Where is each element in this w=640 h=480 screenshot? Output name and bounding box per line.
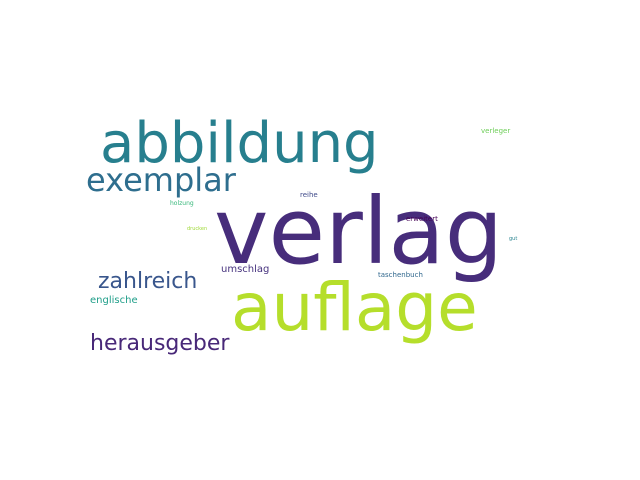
word-cloud: verlag auflage abbildung exemplar zahlre… <box>0 0 640 480</box>
word-holzung: holzung <box>170 200 194 207</box>
word-umschlag: umschlag <box>221 264 270 275</box>
word-reihe: reihe <box>300 191 318 199</box>
word-gut: gut <box>509 236 518 242</box>
word-auflage: auflage <box>231 269 478 346</box>
word-herausgeber: herausgeber <box>90 331 230 356</box>
word-drucken: drucken <box>187 226 208 232</box>
word-verleger: verleger <box>481 127 511 135</box>
word-zahlreich: zahlreich <box>98 269 198 294</box>
word-taschenbuch: taschenbuch <box>378 271 423 279</box>
word-exemplar: exemplar <box>86 161 236 199</box>
word-erweitert: erweitert <box>406 215 438 223</box>
word-englische: englische <box>90 295 138 306</box>
